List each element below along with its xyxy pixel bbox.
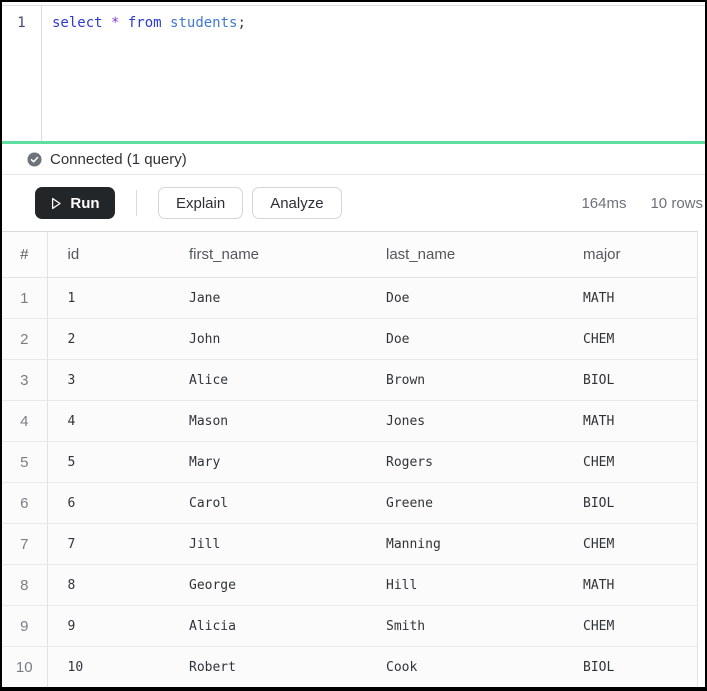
column-header-last-name: last_name [366,231,563,278]
query-duration: 164ms [581,194,627,212]
major-cell: MATH [563,277,698,319]
run-button-label: Run [70,194,100,212]
last-name-cell: Greene [366,482,563,524]
row-number-cell: 3 [2,359,48,401]
major-cell: BIOL [563,482,698,524]
id-cell: 4 [47,400,169,442]
explain-button[interactable]: Explain [158,187,244,219]
table-row: 10 10 Robert Cook BIOL [2,646,698,687]
row-number-cell: 9 [2,605,48,647]
query-toolbar: Run Explain Analyze 164ms 10 rows [2,175,705,231]
last-name-cell: Smith [366,605,563,647]
column-header-first-name: first_name [169,231,366,278]
sql-keyword-select: select [52,15,112,31]
first-name-cell: Alicia [169,605,366,647]
major-cell: CHEM [563,523,698,565]
id-cell: 2 [47,318,169,360]
id-cell: 1 [47,277,169,319]
first-name-cell: George [169,564,366,606]
check-circle-icon [27,151,42,167]
table-row: 8 8 George Hill MATH [2,564,698,606]
major-cell: CHEM [563,605,698,647]
first-name-cell: Alice [169,359,366,401]
major-cell: BIOL [563,646,698,687]
major-cell: MATH [563,564,698,606]
first-name-cell: Carol [169,482,366,524]
analyze-button[interactable]: Analyze [252,187,342,219]
sql-keyword-from: from [127,15,171,31]
last-name-cell: Doe [366,277,563,319]
column-header-major: major [563,231,698,278]
results-header: # id first_name last_name major [2,231,698,278]
last-name-cell: Hill [366,564,563,606]
last-name-cell: Brown [366,359,563,401]
results-table: # id first_name last_name major 1 1 Jane… [2,231,698,687]
editor-gutter: 1 [2,6,42,141]
table-row: 4 4 Mason Jones MATH [2,400,698,442]
row-number-cell: 4 [2,400,48,442]
sql-star-operator: * [111,15,128,31]
table-row: 9 9 Alicia Smith CHEM [2,605,698,647]
table-row: 2 2 John Doe CHEM [2,318,698,360]
row-number-cell: 2 [2,318,48,360]
row-number-cell: 7 [2,523,48,565]
toolbar-divider [136,190,137,216]
row-number-cell: 1 [2,277,48,319]
query-row-count: 10 rows [650,194,703,212]
connection-status-bar: Connected (1 query) [2,144,705,175]
column-header-rownum: # [2,231,48,278]
row-number-cell: 5 [2,441,48,483]
id-cell: 9 [47,605,169,647]
id-cell: 5 [47,441,169,483]
row-number-cell: 8 [2,564,48,606]
run-button[interactable]: Run [35,187,115,219]
first-name-cell: John [169,318,366,360]
table-row: 3 3 Alice Brown BIOL [2,359,698,401]
line-number: 1 [17,15,26,31]
last-name-cell: Jones [366,400,563,442]
sql-table-identifier: students [170,15,238,31]
first-name-cell: Robert [169,646,366,687]
id-cell: 8 [47,564,169,606]
major-cell: BIOL [563,359,698,401]
sql-semicolon: ; [237,15,246,31]
sql-code-input[interactable]: select * from students; [42,6,705,141]
last-name-cell: Rogers [366,441,563,483]
major-cell: CHEM [563,441,698,483]
last-name-cell: Doe [366,318,563,360]
first-name-cell: Jane [169,277,366,319]
first-name-cell: Jill [169,523,366,565]
id-cell: 10 [47,646,169,687]
column-header-id: id [47,231,169,278]
sql-tool-window: 1 select * from students; Connected (1 q… [0,0,707,691]
id-cell: 6 [47,482,169,524]
table-row: 1 1 Jane Doe MATH [2,277,698,319]
connection-status-label: Connected (1 query) [50,150,187,168]
table-row: 7 7 Jill Manning CHEM [2,523,698,565]
play-icon [52,197,62,209]
first-name-cell: Mason [169,400,366,442]
table-row: 6 6 Carol Greene BIOL [2,482,698,524]
results-body: 1 1 Jane Doe MATH 2 2 John Doe CHEM 3 3 … [2,277,698,687]
query-stats: 164ms 10 rows [581,195,703,212]
results-panel: # id first_name last_name major 1 1 Jane… [2,231,705,687]
row-number-cell: 6 [2,482,48,524]
first-name-cell: Mary [169,441,366,483]
last-name-cell: Manning [366,523,563,565]
major-cell: MATH [563,400,698,442]
major-cell: CHEM [563,318,698,360]
id-cell: 3 [47,359,169,401]
row-number-cell: 10 [2,646,48,687]
sql-editor: 1 select * from students; [2,5,705,141]
table-row: 5 5 Mary Rogers CHEM [2,441,698,483]
last-name-cell: Cook [366,646,563,687]
id-cell: 7 [47,523,169,565]
